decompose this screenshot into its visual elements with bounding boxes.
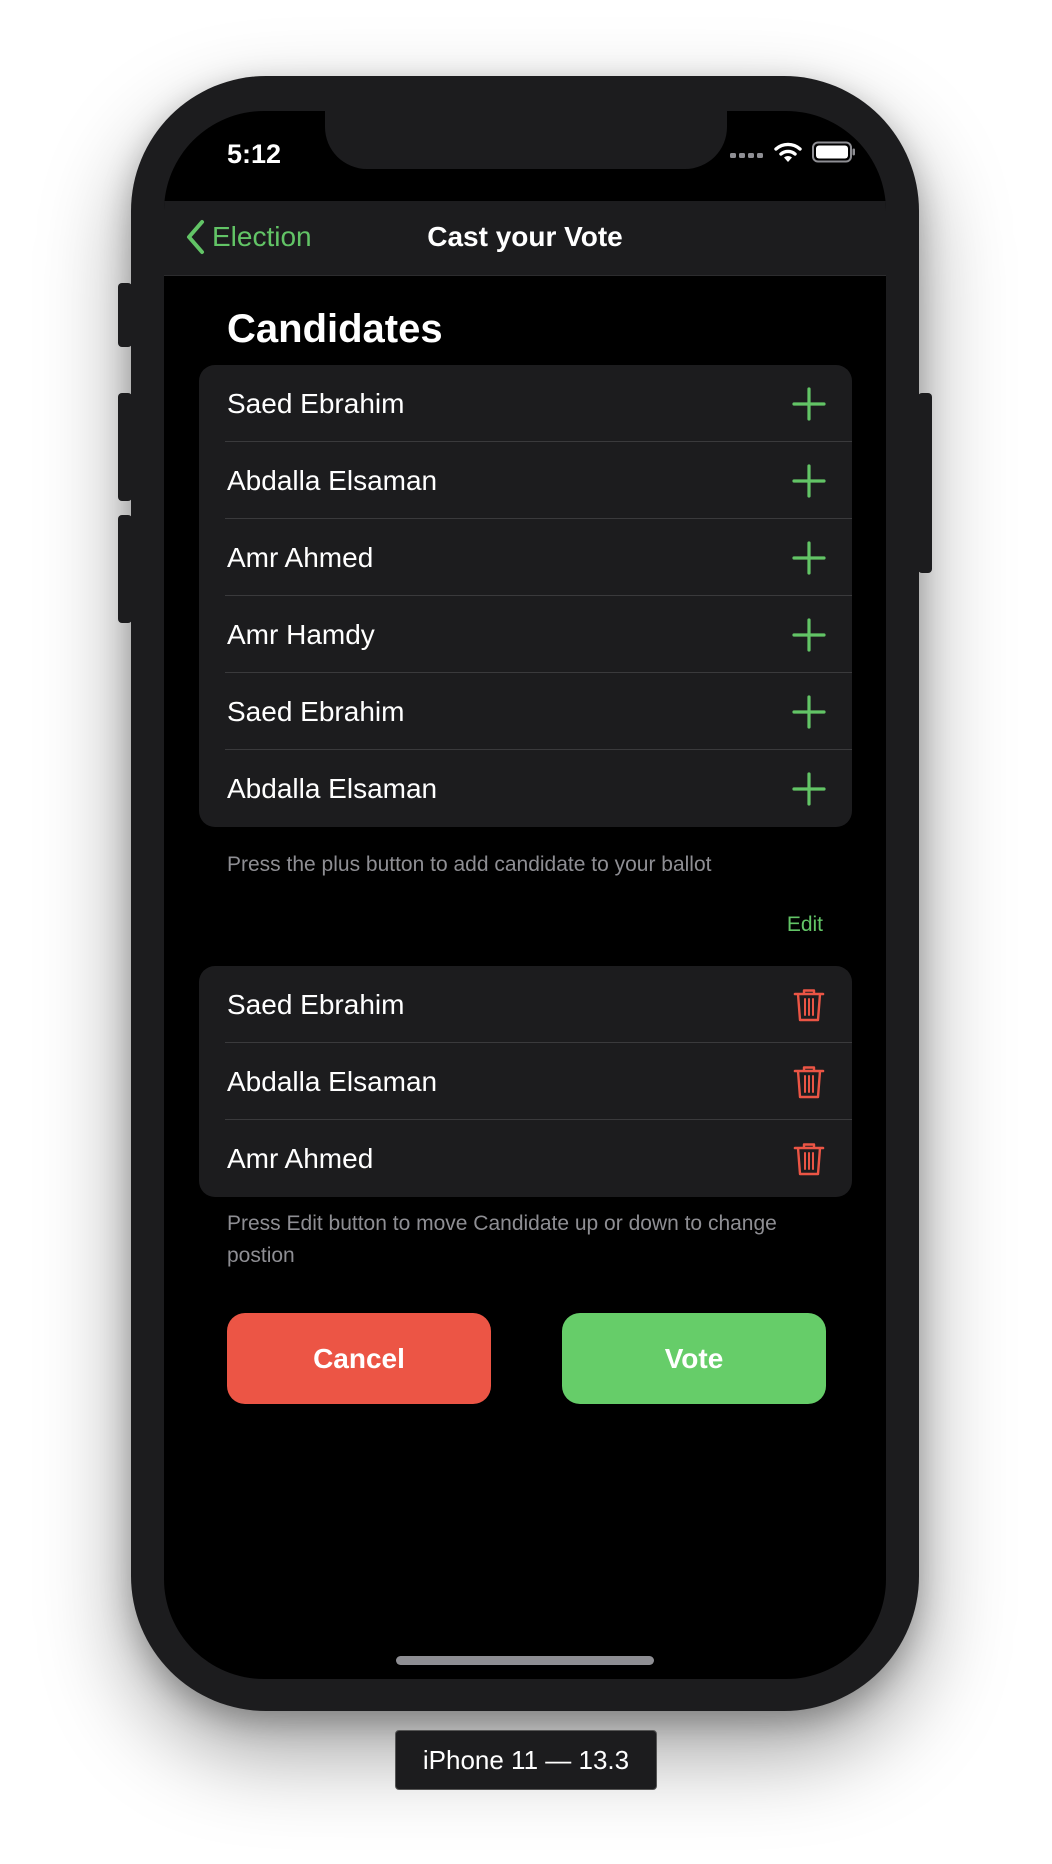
home-indicator[interactable] [396, 1656, 654, 1665]
candidates-list: Saed Ebrahim Abdalla Elsaman Amr Ahmed A… [199, 365, 852, 827]
volume-up-button [118, 393, 132, 501]
list-item: Abdalla Elsaman [199, 442, 852, 519]
nav-title: Cast your Vote [427, 221, 623, 252]
plus-icon [792, 463, 826, 498]
cancel-button[interactable]: Cancel [227, 1313, 491, 1404]
status-icons [730, 141, 856, 163]
list-item: Abdalla Elsaman [199, 750, 852, 827]
list-item: Amr Ahmed [199, 1120, 852, 1197]
list-item: Saed Ebrahim [199, 966, 852, 1043]
status-time: 5:12 [227, 139, 282, 169]
candidate-name: Amr Hamdy [227, 618, 375, 650]
list-item: Amr Hamdy [199, 596, 852, 673]
cellular-signal-icon [730, 153, 763, 158]
plus-icon [792, 694, 826, 729]
ballot-candidate-name: Saed Ebrahim [227, 988, 405, 1020]
candidate-name: Saed Ebrahim [227, 387, 405, 419]
plus-icon [792, 771, 826, 806]
add-candidate-button[interactable] [790, 693, 828, 731]
list-item: Saed Ebrahim [199, 365, 852, 442]
candidate-name: Abdalla Elsaman [227, 772, 438, 804]
wifi-icon [774, 142, 802, 162]
volume-down-button [118, 515, 132, 623]
trash-icon [793, 988, 825, 1021]
candidate-name: Abdalla Elsaman [227, 464, 438, 496]
ballot-footer: Press Edit button to move Candidate up o… [227, 1212, 777, 1267]
delete-candidate-button[interactable] [790, 986, 828, 1024]
ballot-list: Saed Ebrahim Abdalla Elsaman Amr Ahmed [199, 966, 852, 1197]
power-button [918, 393, 932, 573]
trash-icon [793, 1065, 825, 1098]
add-candidate-button[interactable] [790, 616, 828, 654]
trash-icon [793, 1142, 825, 1175]
device-label: iPhone 11 — 13.3 [395, 1730, 657, 1790]
battery-icon [812, 141, 855, 163]
add-candidate-button[interactable] [790, 539, 828, 577]
ballot-candidate-name: Abdalla Elsaman [227, 1065, 438, 1097]
plus-icon [792, 540, 826, 575]
navigation-bar: Election Cast your Vote [164, 201, 886, 276]
plus-icon [792, 386, 826, 421]
add-candidate-button[interactable] [790, 462, 828, 500]
list-item: Abdalla Elsaman [199, 1043, 852, 1120]
edit-button[interactable]: Edit [787, 913, 823, 937]
candidate-name: Amr Ahmed [227, 541, 374, 573]
vote-button[interactable]: Vote [562, 1313, 826, 1404]
candidate-name: Saed Ebrahim [227, 695, 405, 727]
ballot-candidate-name: Amr Ahmed [227, 1142, 374, 1174]
add-candidate-button[interactable] [790, 770, 828, 808]
notch [325, 111, 727, 169]
candidates-footer: Press the plus button to add candidate t… [227, 853, 712, 876]
delete-candidate-button[interactable] [790, 1140, 828, 1178]
plus-icon [792, 617, 826, 652]
candidates-title: Candidates [227, 307, 443, 351]
add-candidate-button[interactable] [790, 385, 828, 423]
delete-candidate-button[interactable] [790, 1063, 828, 1101]
screen: 5:12 Election Cast your Vote Candidates [164, 111, 886, 1679]
list-item: Saed Ebrahim [199, 673, 852, 750]
mute-switch [118, 283, 132, 347]
list-item: Amr Ahmed [199, 519, 852, 596]
